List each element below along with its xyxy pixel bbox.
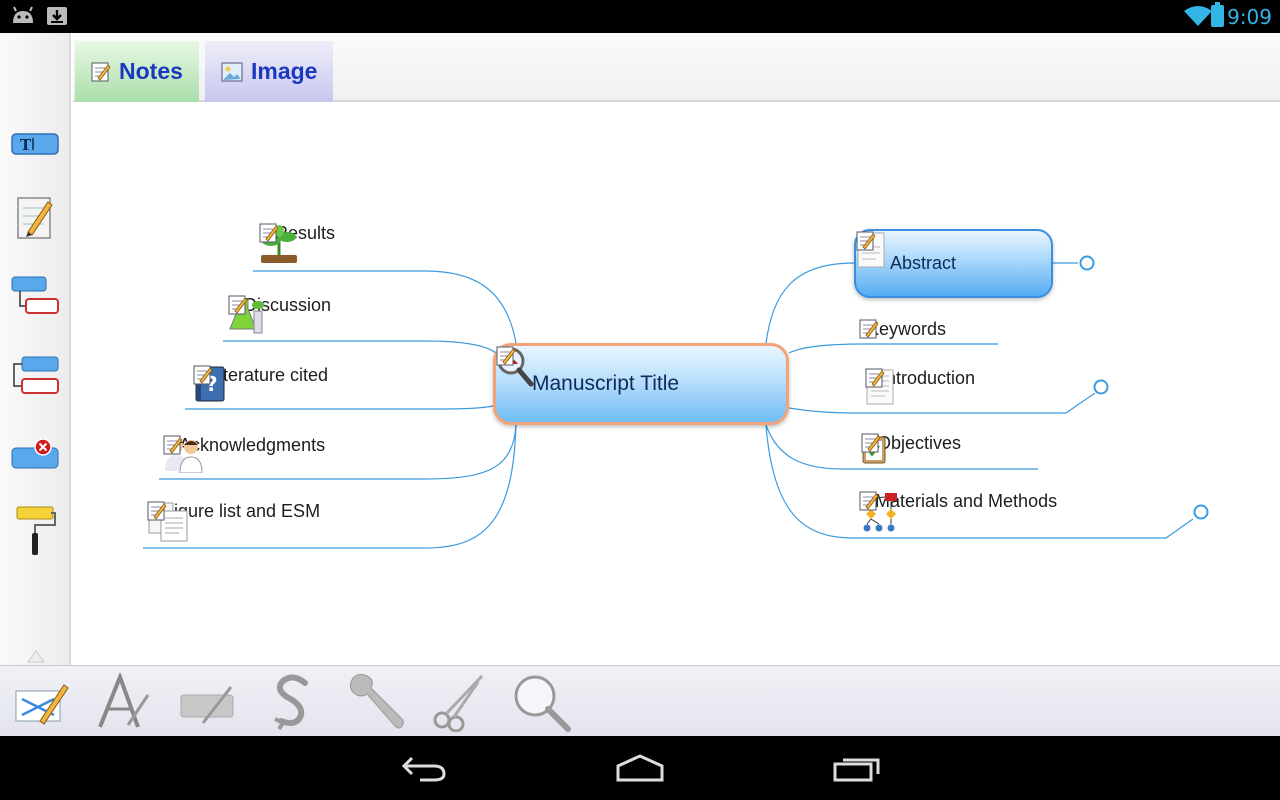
- eraser-button[interactable]: [176, 672, 238, 732]
- connector-literature: [185, 405, 494, 410]
- settings-wrench-button[interactable]: [344, 672, 406, 732]
- add-sibling-topic-tool[interactable]: [8, 349, 62, 403]
- back-button[interactable]: [392, 750, 456, 786]
- collapse-toggle-introduction[interactable]: [1093, 379, 1109, 395]
- edit-mode-button[interactable]: [10, 672, 72, 732]
- note-edit-tool[interactable]: [8, 191, 62, 245]
- topic-materials-and-methods[interactable]: Materials and Methods: [859, 491, 1057, 532]
- cut-scissors-button[interactable]: [428, 672, 490, 732]
- home-button[interactable]: [608, 750, 672, 786]
- connector-keywords: [788, 343, 998, 354]
- mindmap-canvas[interactable]: Manuscript Title Results Discussion ? Li…: [73, 103, 1280, 665]
- add-child-topic-tool[interactable]: [8, 269, 62, 323]
- tab-image[interactable]: Image: [205, 41, 333, 102]
- topic-literature-cited[interactable]: ? Literature cited: [193, 365, 328, 402]
- recent-apps-button[interactable]: [825, 750, 889, 786]
- bottom-toolbar: [0, 665, 1280, 736]
- tab-bar: Notes Image: [73, 33, 1280, 102]
- connector-materials: [765, 424, 1194, 539]
- download-notification-icon: [46, 5, 68, 32]
- topic-label: Introduction: [881, 368, 976, 388]
- search-button[interactable]: [510, 672, 572, 732]
- topic-acknowledgments[interactable]: Acknowledgments: [163, 435, 325, 473]
- collapse-toggle-abstract[interactable]: [1079, 255, 1095, 271]
- topic-results[interactable]: Results: [259, 223, 335, 263]
- tab-notes-label: Notes: [119, 58, 183, 84]
- wifi-icon: [1184, 6, 1212, 31]
- topic-objectives[interactable]: Objectives: [861, 433, 962, 464]
- topic-label: Abstract: [890, 253, 957, 273]
- topic-keywords[interactable]: Keywords: [859, 319, 946, 340]
- navigation-bar: [0, 736, 1280, 800]
- central-topic[interactable]: Manuscript Title: [493, 343, 789, 425]
- topic-introduction[interactable]: Introduction: [865, 368, 976, 405]
- topic-abstract[interactable]: Abstract: [854, 229, 1053, 298]
- topic-discussion[interactable]: Discussion: [228, 295, 331, 334]
- text-box-tool[interactable]: T: [8, 117, 62, 171]
- clock: 9:09: [1227, 5, 1272, 29]
- android-notification-icon: [10, 5, 36, 32]
- connector-abstract: [765, 262, 855, 344]
- tab-notes[interactable]: Notes: [75, 41, 199, 102]
- format-painter-tool[interactable]: [8, 503, 62, 557]
- connector-discussion: [223, 340, 497, 354]
- topic-label: Objectives: [877, 433, 962, 453]
- svg-text:T: T: [20, 136, 32, 154]
- tab-image-label: Image: [251, 58, 318, 84]
- connector-introduction: [788, 392, 1096, 414]
- central-topic-label: Manuscript Title: [532, 372, 680, 395]
- note-icon: [91, 62, 111, 82]
- battery-icon: [1211, 2, 1224, 27]
- status-bar: 9:09: [0, 0, 1280, 33]
- delete-topic-tool[interactable]: [8, 427, 62, 481]
- image-icon: [221, 62, 243, 82]
- collapse-toggle-materials[interactable]: [1193, 504, 1209, 520]
- font-style-button[interactable]: [92, 672, 154, 732]
- left-toolbar: T: [0, 33, 71, 665]
- spell-check-button[interactable]: [262, 672, 324, 732]
- topic-figure-list[interactable]: Figure list and ESM: [147, 501, 320, 542]
